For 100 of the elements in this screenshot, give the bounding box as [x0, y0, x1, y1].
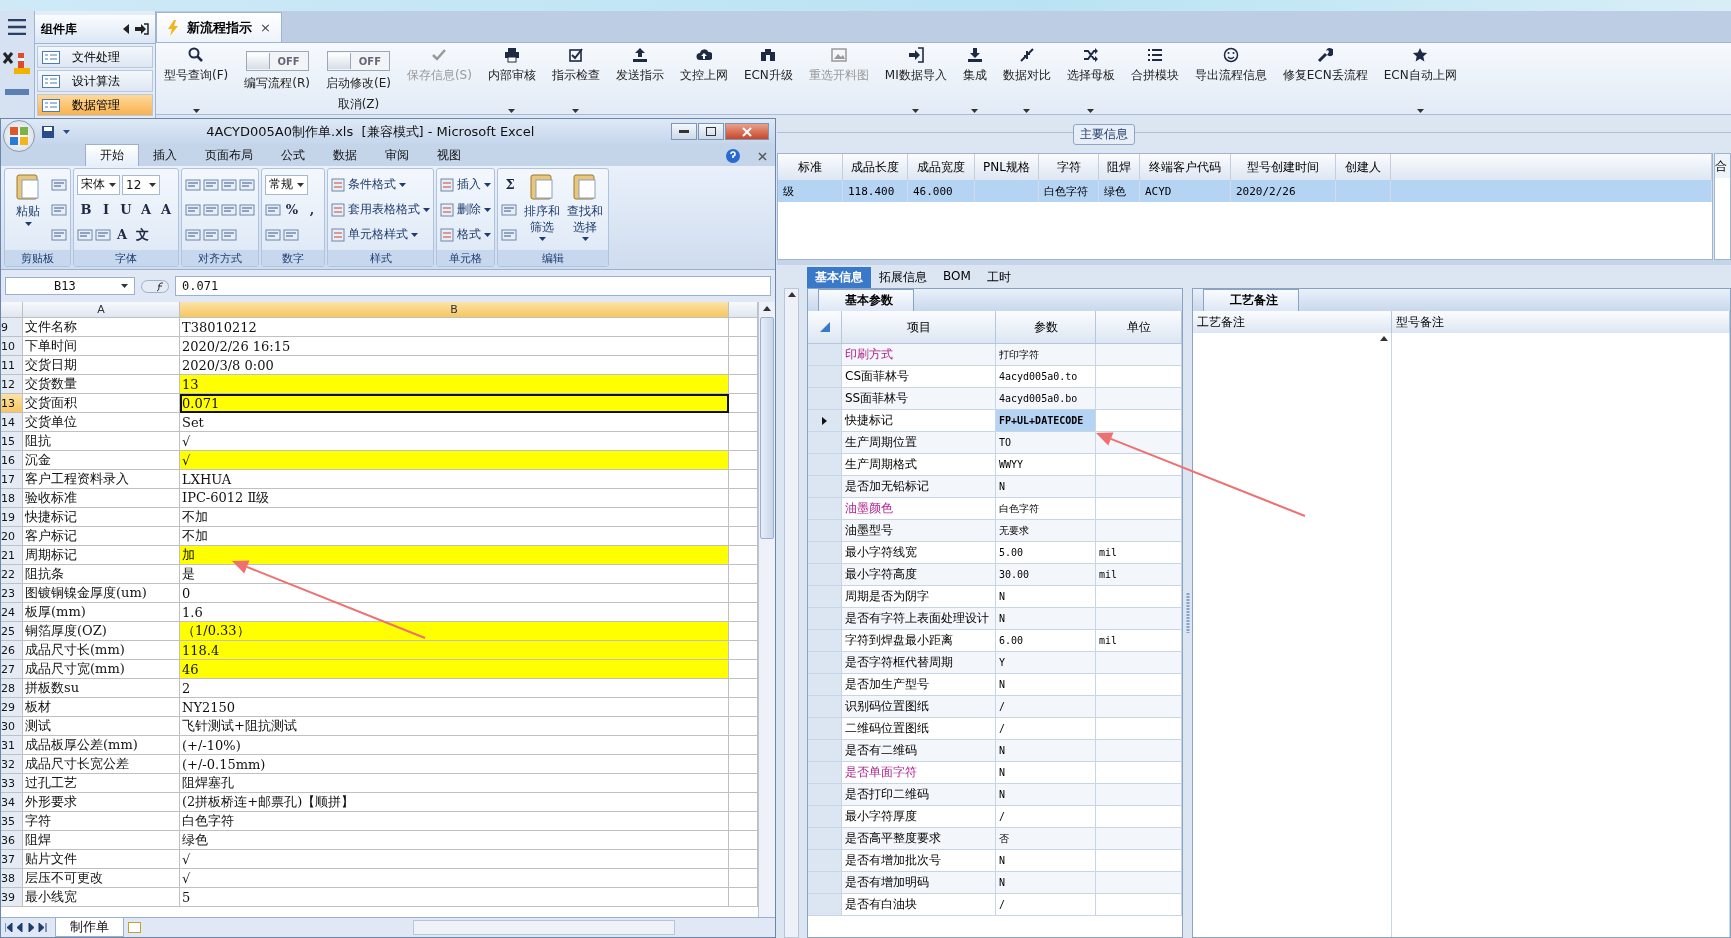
- dropdown-field[interactable]: 12: [122, 174, 160, 195]
- collapse-icon[interactable]: [123, 24, 129, 34]
- table-cell[interactable]: /: [996, 894, 1096, 916]
- format-icon[interactable]: [221, 227, 237, 242]
- format-button[interactable]: ,: [303, 200, 321, 219]
- column-header[interactable]: 项目: [842, 311, 996, 344]
- toolbar-button[interactable]: 内部审核: [479, 47, 544, 113]
- table-cell[interactable]: 贴片文件: [23, 850, 180, 869]
- toolbar-button[interactable]: 文控上网: [671, 47, 736, 113]
- table-cell[interactable]: √: [180, 451, 729, 470]
- format-button[interactable]: A: [113, 225, 131, 244]
- format-button[interactable]: A: [157, 200, 175, 219]
- splitter-handle[interactable]: [1185, 593, 1190, 633]
- scroll-up-icon[interactable]: [763, 306, 771, 311]
- table-cell[interactable]: 成品尺寸长宽公差: [23, 755, 180, 774]
- format-icon[interactable]: [77, 227, 93, 242]
- table-cell[interactable]: 交货面积: [23, 394, 180, 413]
- toggle-switch[interactable]: OFF: [245, 51, 309, 71]
- toolbar-button[interactable]: 发送指示: [607, 47, 672, 113]
- table-cell[interactable]: NY2150: [180, 698, 729, 717]
- table-cell[interactable]: Y: [996, 652, 1096, 674]
- table-cell[interactable]: 拼板数su: [23, 679, 180, 698]
- format-icon[interactable]: [203, 202, 219, 217]
- table-cell[interactable]: 无要求: [996, 520, 1096, 542]
- table-cell[interactable]: 加: [180, 546, 729, 565]
- minimize-button[interactable]: [671, 123, 697, 140]
- table-cell[interactable]: 阻焊塞孔: [180, 774, 729, 793]
- menu-icon[interactable]: [8, 19, 26, 35]
- table-cell[interactable]: 0: [180, 584, 729, 603]
- table-cell[interactable]: 2: [180, 679, 729, 698]
- table-cell[interactable]: WWYY: [996, 454, 1096, 476]
- table-cell[interactable]: 成品尺寸宽(mm): [23, 660, 180, 679]
- toolbar-button[interactable]: MI数据导入: [876, 47, 955, 113]
- table-cell[interactable]: 过孔工艺: [23, 774, 180, 793]
- table-cell[interactable]: 图镀铜镍金厚度(um): [23, 584, 180, 603]
- ribbon-button[interactable]: 套用表格格式: [331, 201, 430, 218]
- table-cell[interactable]: /: [996, 696, 1096, 718]
- tab[interactable]: 基本信息: [807, 267, 871, 288]
- toolbar-button[interactable]: 导出流程信息: [1186, 47, 1275, 113]
- ribbon-button[interactable]: 插入: [440, 176, 491, 193]
- table-cell[interactable]: 飞针测试+阻抗测试: [180, 717, 729, 736]
- table-cell[interactable]: LXHUA: [180, 470, 729, 489]
- format-icon[interactable]: [265, 202, 281, 217]
- scrollbar-thumb[interactable]: [760, 317, 774, 539]
- app-icon[interactable]: [2, 49, 32, 75]
- ribbon-button[interactable]: 单元格样式: [331, 226, 418, 243]
- sheet-tab[interactable]: 制作单: [55, 918, 124, 937]
- format-icon[interactable]: [185, 202, 201, 217]
- column-header[interactable]: 型号备注: [1392, 311, 1730, 333]
- ribbon-tab[interactable]: 审阅: [371, 145, 423, 166]
- table-cell[interactable]: 周期标记: [23, 546, 180, 565]
- table-cell[interactable]: 阻焊: [23, 831, 180, 850]
- table-cell[interactable]: N: [996, 784, 1096, 806]
- format-icon[interactable]: [221, 202, 237, 217]
- table-cell[interactable]: 46: [180, 660, 729, 679]
- table-cell[interactable]: T38010212: [180, 318, 729, 337]
- toolbar-button[interactable]: 数据对比: [994, 47, 1059, 113]
- table-cell[interactable]: √: [180, 869, 729, 888]
- table-cell[interactable]: 5.00: [996, 542, 1096, 564]
- close-icon[interactable]: [758, 152, 767, 161]
- close-button[interactable]: [725, 123, 769, 140]
- select-all-button[interactable]: [1, 302, 23, 318]
- office-logo-icon[interactable]: [9, 125, 29, 146]
- table-cell[interactable]: 层压不可更改: [23, 869, 180, 888]
- table-cell[interactable]: (2拼板桥连+邮票孔)【顺拼】: [180, 793, 729, 812]
- column-header[interactable]: [729, 302, 758, 318]
- table-cell[interactable]: N: [996, 608, 1096, 630]
- table-cell[interactable]: 成品板厚公差(mm): [23, 736, 180, 755]
- toolbar-button[interactable]: ECN升级: [735, 47, 801, 113]
- table-cell[interactable]: N: [996, 872, 1096, 894]
- panel-tab[interactable]: 工艺备注: [1203, 289, 1299, 311]
- format-icon[interactable]: [239, 202, 255, 217]
- column-header[interactable]: A: [23, 302, 180, 318]
- close-button[interactable]: ×: [260, 20, 271, 35]
- table-cell[interactable]: 13: [180, 375, 729, 394]
- ribbon-tab[interactable]: 公式: [267, 145, 319, 166]
- format-icon[interactable]: [265, 227, 281, 242]
- table-cell[interactable]: N: [996, 762, 1096, 784]
- table-cell[interactable]: 绿色: [180, 831, 729, 850]
- format-icon[interactable]: [185, 177, 201, 192]
- table-cell[interactable]: N: [996, 740, 1096, 762]
- table-cell[interactable]: 白色字符: [996, 498, 1096, 520]
- table-cell[interactable]: 验收标准: [23, 489, 180, 508]
- new-sheet-icon[interactable]: [128, 921, 142, 934]
- formula-field[interactable]: 0.071: [175, 276, 771, 296]
- sidebar-item[interactable]: 设计算法: [37, 70, 153, 92]
- table-cell[interactable]: 交货日期: [23, 356, 180, 375]
- format-button[interactable]: A: [137, 200, 155, 219]
- toggle-switch[interactable]: OFF: [326, 51, 391, 71]
- ribbon-button[interactable]: 粘贴: [8, 172, 48, 247]
- format-icon[interactable]: [239, 177, 255, 192]
- tab[interactable]: 工时: [978, 267, 1019, 288]
- format-icon[interactable]: [51, 227, 67, 242]
- format-icon[interactable]: [51, 177, 67, 192]
- ribbon-button[interactable]: 排序和筛选: [522, 172, 562, 247]
- format-button[interactable]: U: [117, 200, 135, 219]
- format-button[interactable]: B: [77, 200, 95, 219]
- format-icon[interactable]: [51, 202, 67, 217]
- table-cell[interactable]: 客户工程资料录入: [23, 470, 180, 489]
- save-icon[interactable]: [41, 124, 55, 139]
